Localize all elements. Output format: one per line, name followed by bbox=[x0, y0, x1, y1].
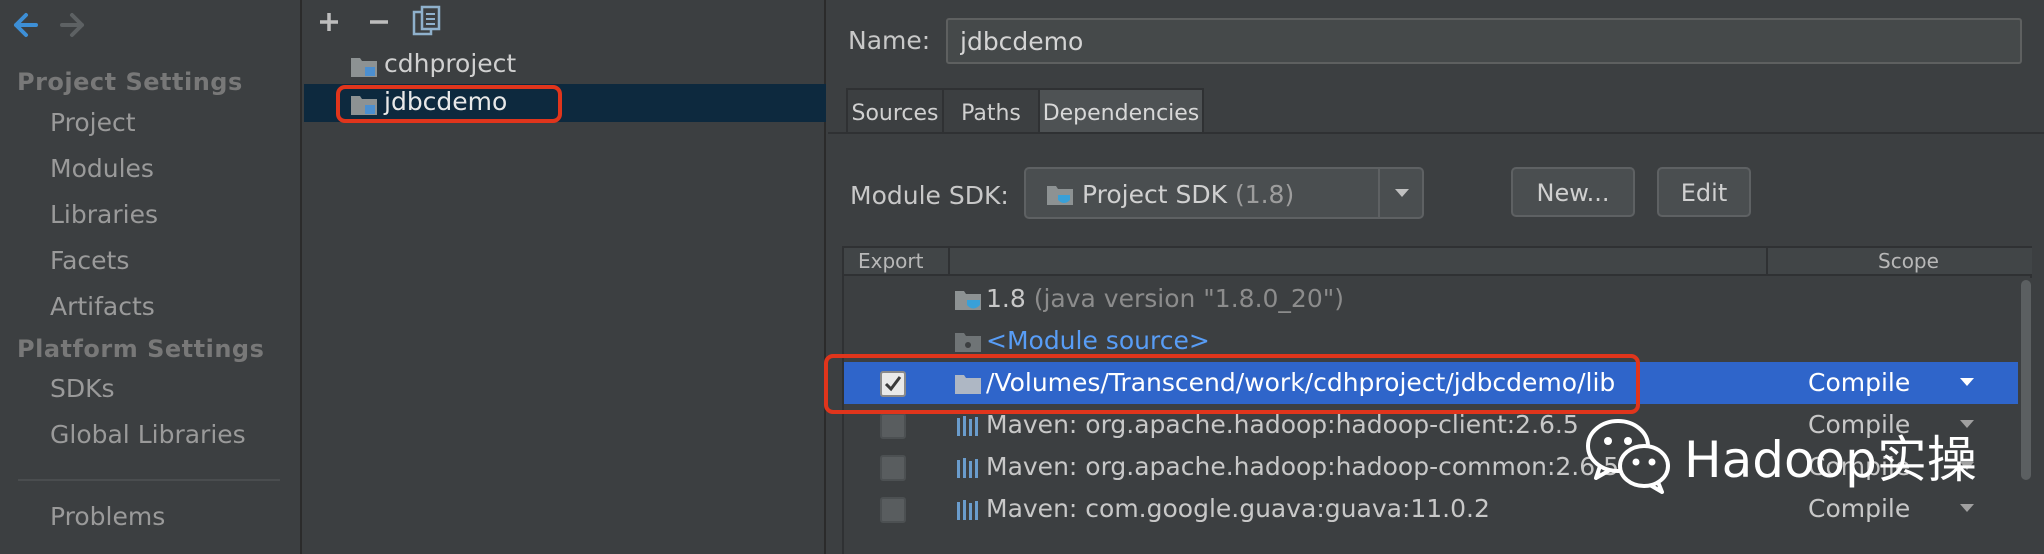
sdk-version: (1.8) bbox=[1234, 180, 1295, 209]
nav-item-sdks[interactable]: SDKs bbox=[50, 374, 115, 403]
nav-item-modules[interactable]: Modules bbox=[50, 154, 154, 183]
dependency-name: Maven: org.apache.hadoop:hadoop-common:2… bbox=[986, 452, 1620, 481]
edit-sdk-button[interactable]: Edit bbox=[1657, 167, 1751, 217]
tabs-divider bbox=[828, 132, 2044, 134]
module-name-field[interactable] bbox=[946, 18, 2022, 64]
tab-sources[interactable]: Sources bbox=[846, 88, 944, 134]
platform-settings-heading: Platform Settings bbox=[17, 335, 265, 363]
tab-paths[interactable]: Paths bbox=[942, 88, 1040, 134]
watermark-text: Hadoop实操 bbox=[1684, 431, 1977, 489]
sdk-folder-icon bbox=[955, 291, 981, 310]
settings-nav: Project Settings Project Modules Librari… bbox=[0, 0, 302, 554]
dependency-detail: (java version "1.8.0_20") bbox=[1033, 284, 1344, 313]
nav-item-libraries[interactable]: Libraries bbox=[50, 200, 158, 229]
wechat-icon bbox=[1586, 419, 1670, 494]
module-sdk-select[interactable]: Project SDK (1.8) bbox=[1024, 167, 1424, 219]
scope-column-header[interactable]: Scope bbox=[1878, 249, 1939, 273]
module-tree-pane: cdhproject jdbcdemo bbox=[304, 0, 826, 554]
export-checkbox[interactable] bbox=[880, 455, 906, 481]
tree-item-cdhproject[interactable]: cdhproject bbox=[304, 46, 826, 84]
nav-divider bbox=[18, 479, 280, 481]
new-sdk-button[interactable]: New... bbox=[1511, 167, 1635, 217]
scope-value[interactable]: Compile bbox=[1808, 368, 1910, 397]
export-checkbox[interactable] bbox=[880, 497, 906, 523]
watermark: Hadoop实操 bbox=[1582, 414, 2042, 506]
export-checkbox[interactable] bbox=[880, 413, 906, 439]
dependency-name: Maven: com.google.guava:guava:11.0.2 bbox=[986, 494, 1490, 523]
highlight-box bbox=[824, 354, 1640, 414]
chevron-down-icon[interactable] bbox=[1378, 169, 1422, 217]
back-arrow-icon[interactable] bbox=[6, 8, 42, 42]
module-folder-icon bbox=[351, 58, 377, 77]
minus-icon[interactable] bbox=[364, 4, 394, 40]
dependency-name: 1.8 bbox=[986, 284, 1026, 313]
name-label: Name: bbox=[848, 26, 931, 55]
sdk-value: Project SDK bbox=[1082, 180, 1227, 209]
library-icon bbox=[957, 500, 978, 520]
tree-item-label: cdhproject bbox=[384, 49, 517, 78]
table-header: Export Scope bbox=[844, 248, 2032, 276]
module-source-icon bbox=[955, 333, 981, 352]
tab-dependencies[interactable]: Dependencies bbox=[1038, 88, 1204, 134]
library-icon bbox=[957, 458, 978, 478]
column-divider bbox=[1766, 248, 1768, 276]
chevron-down-icon[interactable] bbox=[1960, 378, 1974, 386]
plus-icon[interactable] bbox=[314, 4, 344, 40]
forward-arrow-icon[interactable] bbox=[56, 8, 92, 42]
highlight-box bbox=[336, 85, 562, 123]
nav-item-global-libraries[interactable]: Global Libraries bbox=[50, 420, 246, 449]
nav-item-project[interactable]: Project bbox=[50, 108, 136, 137]
export-column-header[interactable]: Export bbox=[858, 249, 923, 273]
library-icon bbox=[957, 416, 978, 436]
project-settings-heading: Project Settings bbox=[17, 68, 243, 96]
nav-item-problems[interactable]: Problems bbox=[50, 502, 165, 531]
copy-icon[interactable] bbox=[410, 4, 444, 40]
sdk-folder-icon bbox=[1047, 186, 1073, 205]
dependency-name: Maven: org.apache.hadoop:hadoop-client:2… bbox=[986, 410, 1579, 439]
column-divider bbox=[948, 248, 950, 276]
module-source-link[interactable]: <Module source> bbox=[986, 326, 1210, 355]
nav-item-facets[interactable]: Facets bbox=[50, 246, 129, 275]
dependency-row[interactable]: 1.8 (java version "1.8.0_20") bbox=[844, 278, 2018, 320]
nav-item-artifacts[interactable]: Artifacts bbox=[50, 292, 155, 321]
module-sdk-label: Module SDK: bbox=[850, 181, 1009, 210]
